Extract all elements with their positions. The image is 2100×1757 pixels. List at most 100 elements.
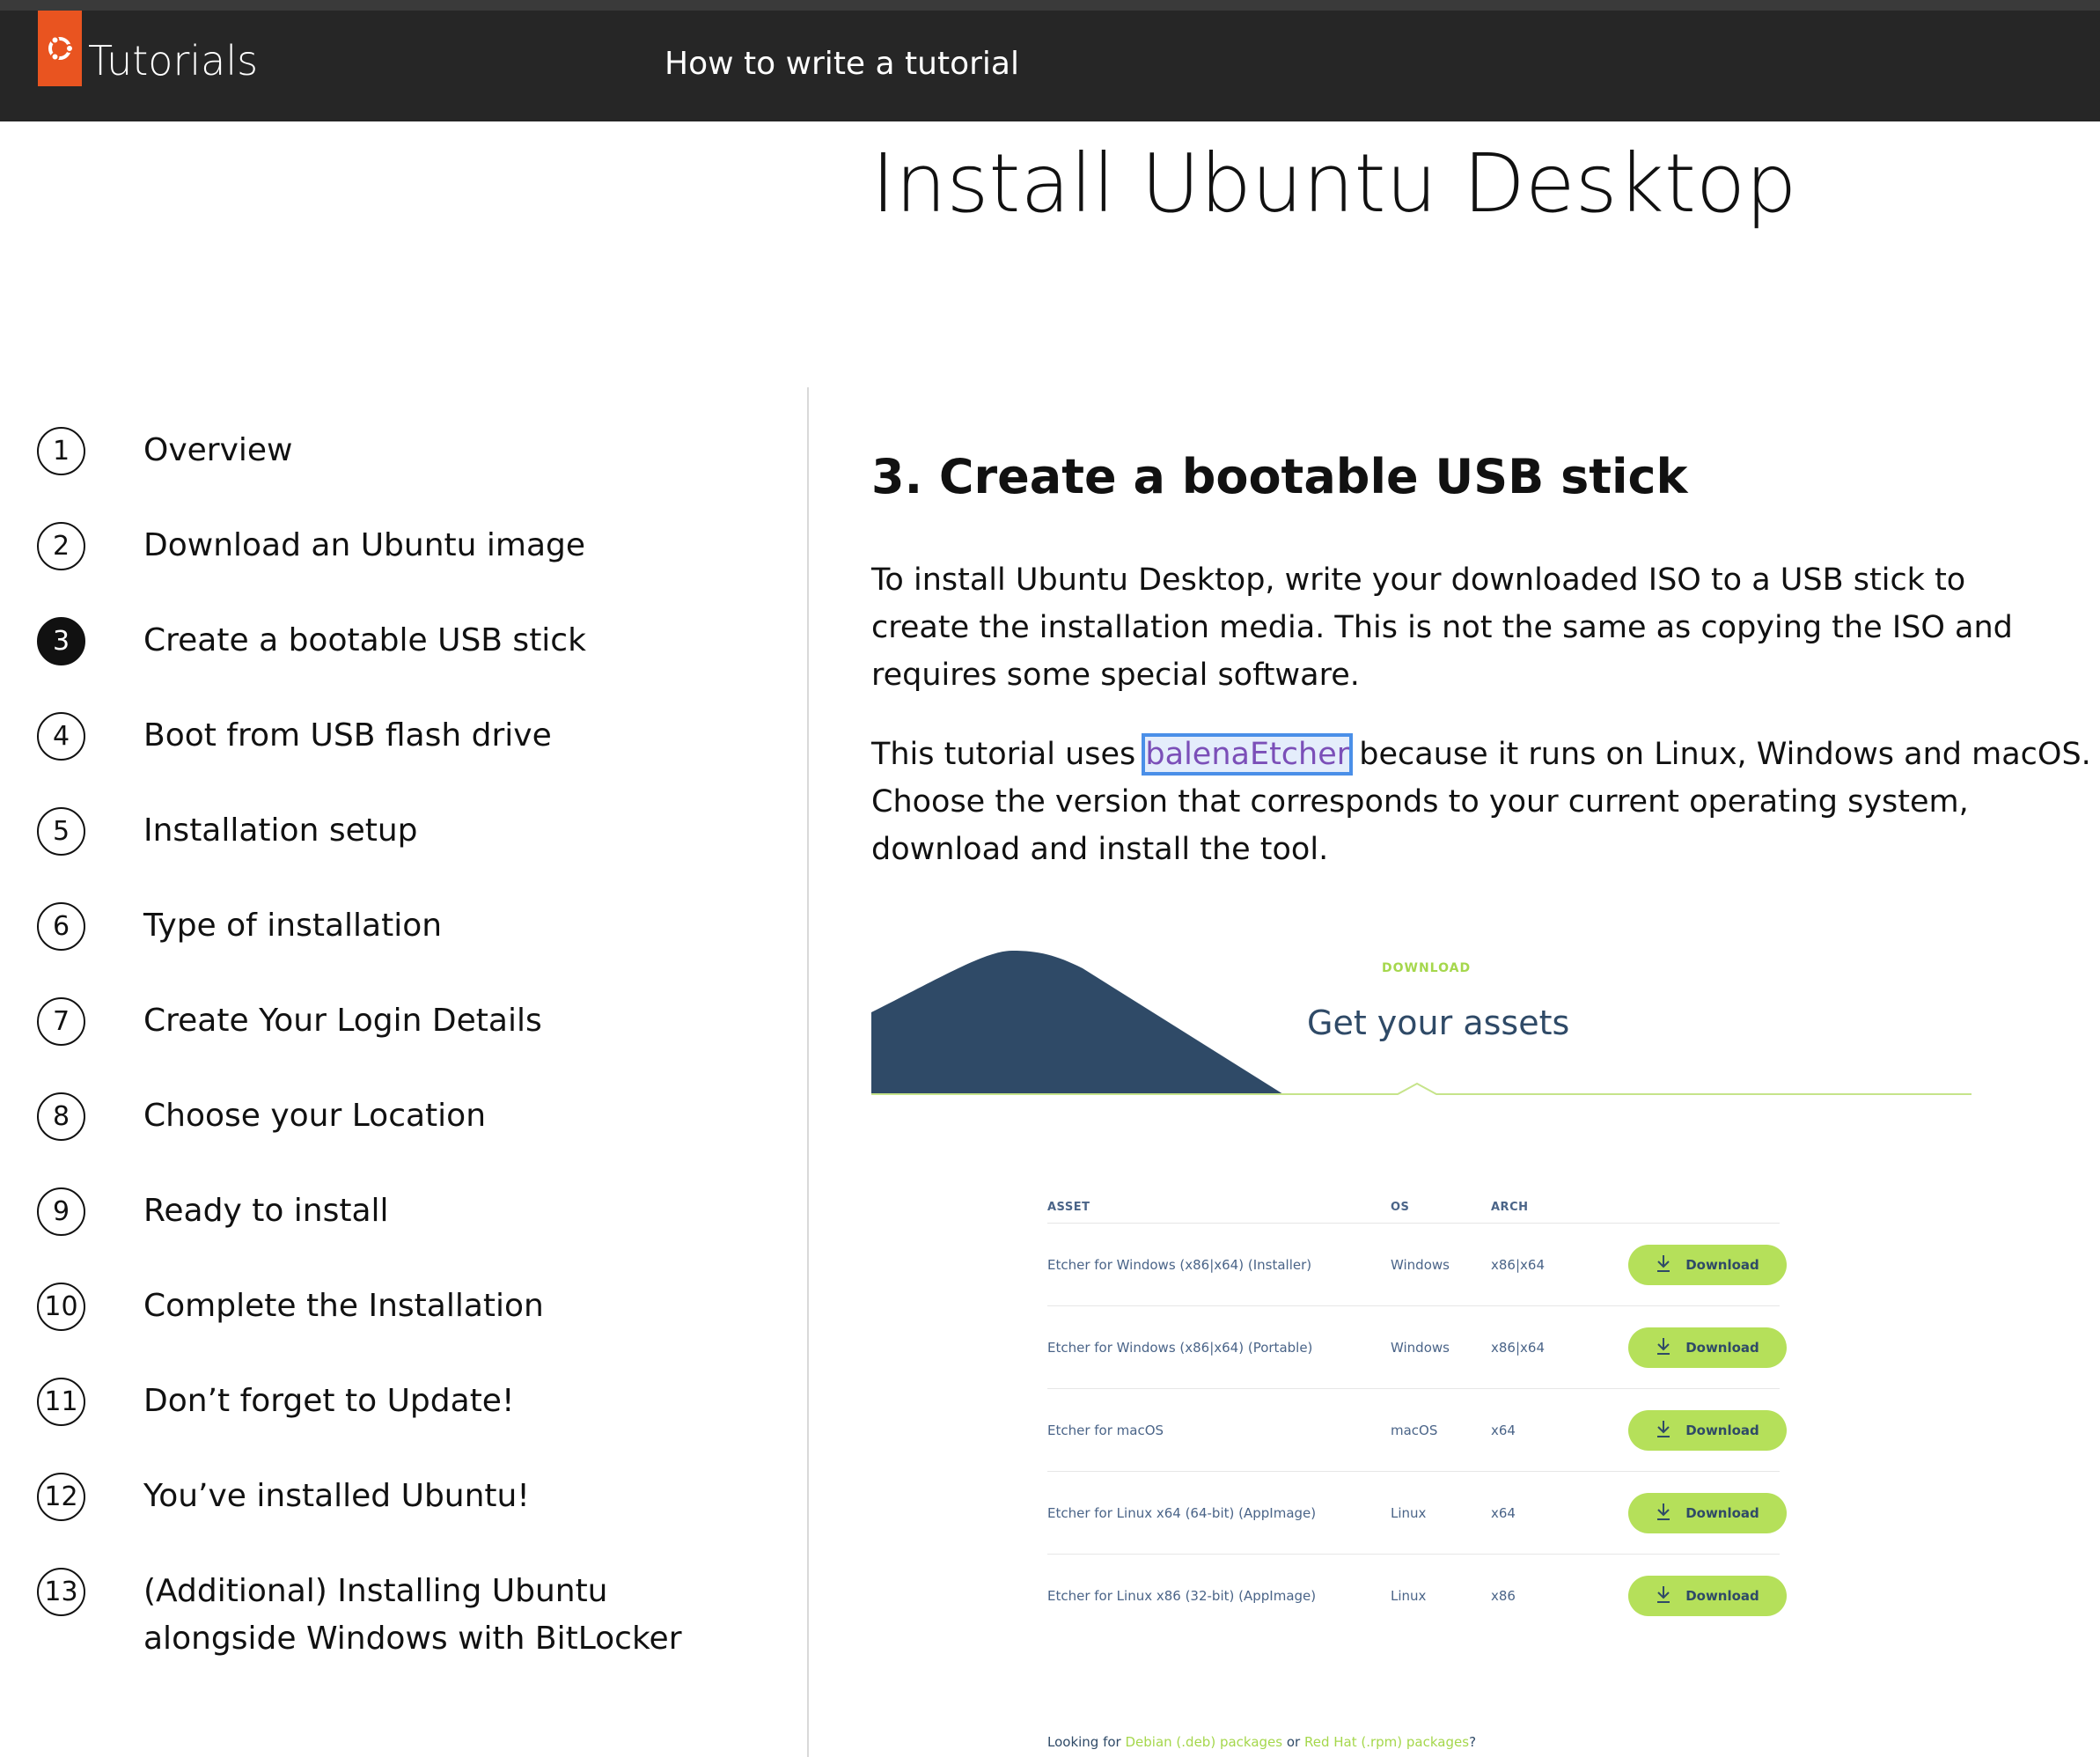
nav-link-how-to-write[interactable]: How to write a tutorial — [665, 46, 1019, 82]
asset-cell: Etcher for macOS — [1047, 1423, 1164, 1438]
download-icon — [1656, 1585, 1671, 1606]
sidebar-step-boot-usb[interactable]: 4 Boot from USB flash drive — [37, 712, 760, 761]
sidebar-step-complete-installation[interactable]: 10 Complete the Installation — [37, 1283, 760, 1331]
column-header-asset: ASSET — [1047, 1201, 1090, 1214]
debian-packages-link[interactable]: Debian (.deb) packages — [1126, 1734, 1283, 1750]
step-label: Don’t forget to Update! — [143, 1383, 515, 1419]
table-row: Etcher for Linux x64 (64-bit) (AppImage)… — [1047, 1472, 1787, 1555]
asset-cell: Etcher for Linux x64 (64-bit) (AppImage) — [1047, 1505, 1317, 1521]
intro-paragraph: To install Ubuntu Desktop, write your do… — [871, 562, 2013, 693]
step-label: Installation setup — [143, 812, 418, 849]
section-heading: 3. Create a bootable USB stick — [871, 449, 1688, 504]
window-top-strip — [0, 0, 2100, 11]
os-cell: macOS — [1391, 1423, 1438, 1438]
paragraph-text: This tutorial uses — [871, 737, 1146, 772]
sidebar-step-bitlocker[interactable]: 13 (Additional) Installing Ubuntu alongs… — [37, 1568, 760, 1663]
arch-cell: x86 — [1491, 1588, 1516, 1604]
top-navbar: Tutorials How to write a tutorial — [0, 11, 2100, 121]
step-label: Type of installation — [143, 908, 443, 944]
balena-etcher-link[interactable]: balenaEtcher — [1142, 733, 1354, 776]
page-title: Install Ubuntu Desktop — [871, 136, 1797, 231]
packages-footnote: Looking for Debian (.deb) packages or Re… — [1047, 1734, 1476, 1750]
step-number-badge: 5 — [37, 807, 85, 856]
sidebar-step-type-of-installation[interactable]: 6 Type of installation — [37, 902, 760, 951]
step-label: Complete the Installation — [143, 1288, 544, 1324]
footnote-text: or — [1282, 1734, 1304, 1750]
table-row: Etcher for Windows (x86|x64) (Installer)… — [1047, 1224, 1787, 1306]
download-title: Get your assets — [1307, 1003, 1570, 1042]
download-icon — [1656, 1420, 1671, 1441]
download-button[interactable]: Download — [1628, 1493, 1787, 1533]
step-number-badge: 10 — [37, 1283, 85, 1331]
download-icon — [1656, 1503, 1671, 1524]
asset-cell: Etcher for Windows (x86|x64) (Installer) — [1047, 1257, 1312, 1273]
step-label: Ready to install — [143, 1193, 389, 1229]
table-row: Etcher for macOS macOS x64 Download — [1047, 1389, 1787, 1472]
step-label: (Additional) Installing Ubuntu alongside… — [143, 1573, 682, 1657]
download-button-label: Download — [1685, 1505, 1759, 1521]
step-number-badge: 6 — [37, 902, 85, 951]
os-cell: Linux — [1391, 1588, 1427, 1604]
sidebar-step-ready-to-install[interactable]: 9 Ready to install — [37, 1187, 760, 1236]
sidebar-step-login-details[interactable]: 7 Create Your Login Details — [37, 997, 760, 1046]
column-header-os: OS — [1391, 1201, 1410, 1214]
step-number-badge: 9 — [37, 1187, 85, 1236]
step-number-badge: 4 — [37, 712, 85, 761]
os-cell: Linux — [1391, 1505, 1427, 1521]
arch-cell: x86|x64 — [1491, 1340, 1545, 1356]
step-label: Boot from USB flash drive — [143, 717, 552, 754]
etcher-download-screenshot: DOWNLOAD Get your assets ASSET OS ARCH E… — [871, 951, 1972, 1757]
sidebar-step-download-image[interactable]: 2 Download an Ubuntu image — [37, 522, 760, 570]
download-button[interactable]: Download — [1628, 1327, 1787, 1368]
step-number-badge: 1 — [37, 427, 85, 475]
download-eyebrow: DOWNLOAD — [1382, 961, 1472, 975]
step-label: Create Your Login Details — [143, 1003, 542, 1039]
step-number-badge: 13 — [37, 1568, 85, 1616]
arch-cell: x64 — [1491, 1423, 1516, 1438]
table-header: ASSET OS ARCH — [1047, 1188, 1780, 1224]
step-number-badge: 12 — [37, 1473, 85, 1521]
download-button-label: Download — [1685, 1423, 1759, 1438]
asset-cell: Etcher for Windows (x86|x64) (Portable) — [1047, 1340, 1313, 1356]
sidebar-step-update[interactable]: 11 Don’t forget to Update! — [37, 1378, 760, 1426]
step-label: You’ve installed Ubuntu! — [143, 1478, 530, 1514]
step-label: Choose your Location — [143, 1098, 487, 1134]
step-label: Create a bootable USB stick — [143, 622, 586, 658]
download-icon — [1656, 1337, 1671, 1358]
step-number-badge: 2 — [37, 522, 85, 570]
download-button[interactable]: Download — [1628, 1410, 1787, 1451]
sidebar-divider — [807, 387, 809, 1757]
sidebar-step-installed[interactable]: 12 You’ve installed Ubuntu! — [37, 1473, 760, 1521]
step-label: Overview — [143, 432, 293, 468]
sidebar-step-create-usb[interactable]: 3 Create a bootable USB stick — [37, 617, 760, 665]
brand-title[interactable]: Tutorials — [88, 37, 258, 85]
step-number-badge-active: 3 — [37, 617, 85, 665]
table-row: Etcher for Windows (x86|x64) (Portable) … — [1047, 1306, 1787, 1389]
sidebar-step-location[interactable]: 8 Choose your Location — [37, 1092, 760, 1141]
download-button-label: Download — [1685, 1257, 1759, 1273]
step-label: Download an Ubuntu image — [143, 527, 586, 563]
asset-cell: Etcher for Linux x86 (32-bit) (AppImage) — [1047, 1588, 1317, 1604]
arch-cell: x86|x64 — [1491, 1257, 1545, 1273]
footnote-text: Looking for — [1047, 1734, 1126, 1750]
ubuntu-circle-icon — [48, 35, 74, 62]
download-button-label: Download — [1685, 1340, 1759, 1356]
redhat-packages-link[interactable]: Red Hat (.rpm) packages — [1304, 1734, 1469, 1750]
download-button[interactable]: Download — [1628, 1576, 1787, 1616]
download-button[interactable]: Download — [1628, 1245, 1787, 1285]
footnote-text: ? — [1469, 1734, 1477, 1750]
ubuntu-logo[interactable] — [38, 11, 82, 86]
sidebar-step-overview[interactable]: 1 Overview — [37, 427, 760, 475]
step-number-badge: 11 — [37, 1378, 85, 1426]
arch-cell: x64 — [1491, 1505, 1516, 1521]
sidebar-step-installation-setup[interactable]: 5 Installation setup — [37, 807, 760, 856]
download-icon — [1656, 1254, 1671, 1275]
step-number-badge: 7 — [37, 997, 85, 1046]
download-button-label: Download — [1685, 1588, 1759, 1604]
os-cell: Windows — [1391, 1340, 1450, 1356]
column-header-arch: ARCH — [1491, 1201, 1529, 1214]
step-number-badge: 8 — [37, 1092, 85, 1141]
os-cell: Windows — [1391, 1257, 1450, 1273]
table-row: Etcher for Linux x86 (32-bit) (AppImage)… — [1047, 1555, 1787, 1637]
etcher-paragraph: This tutorial uses balenaEtcher because … — [871, 731, 2095, 873]
